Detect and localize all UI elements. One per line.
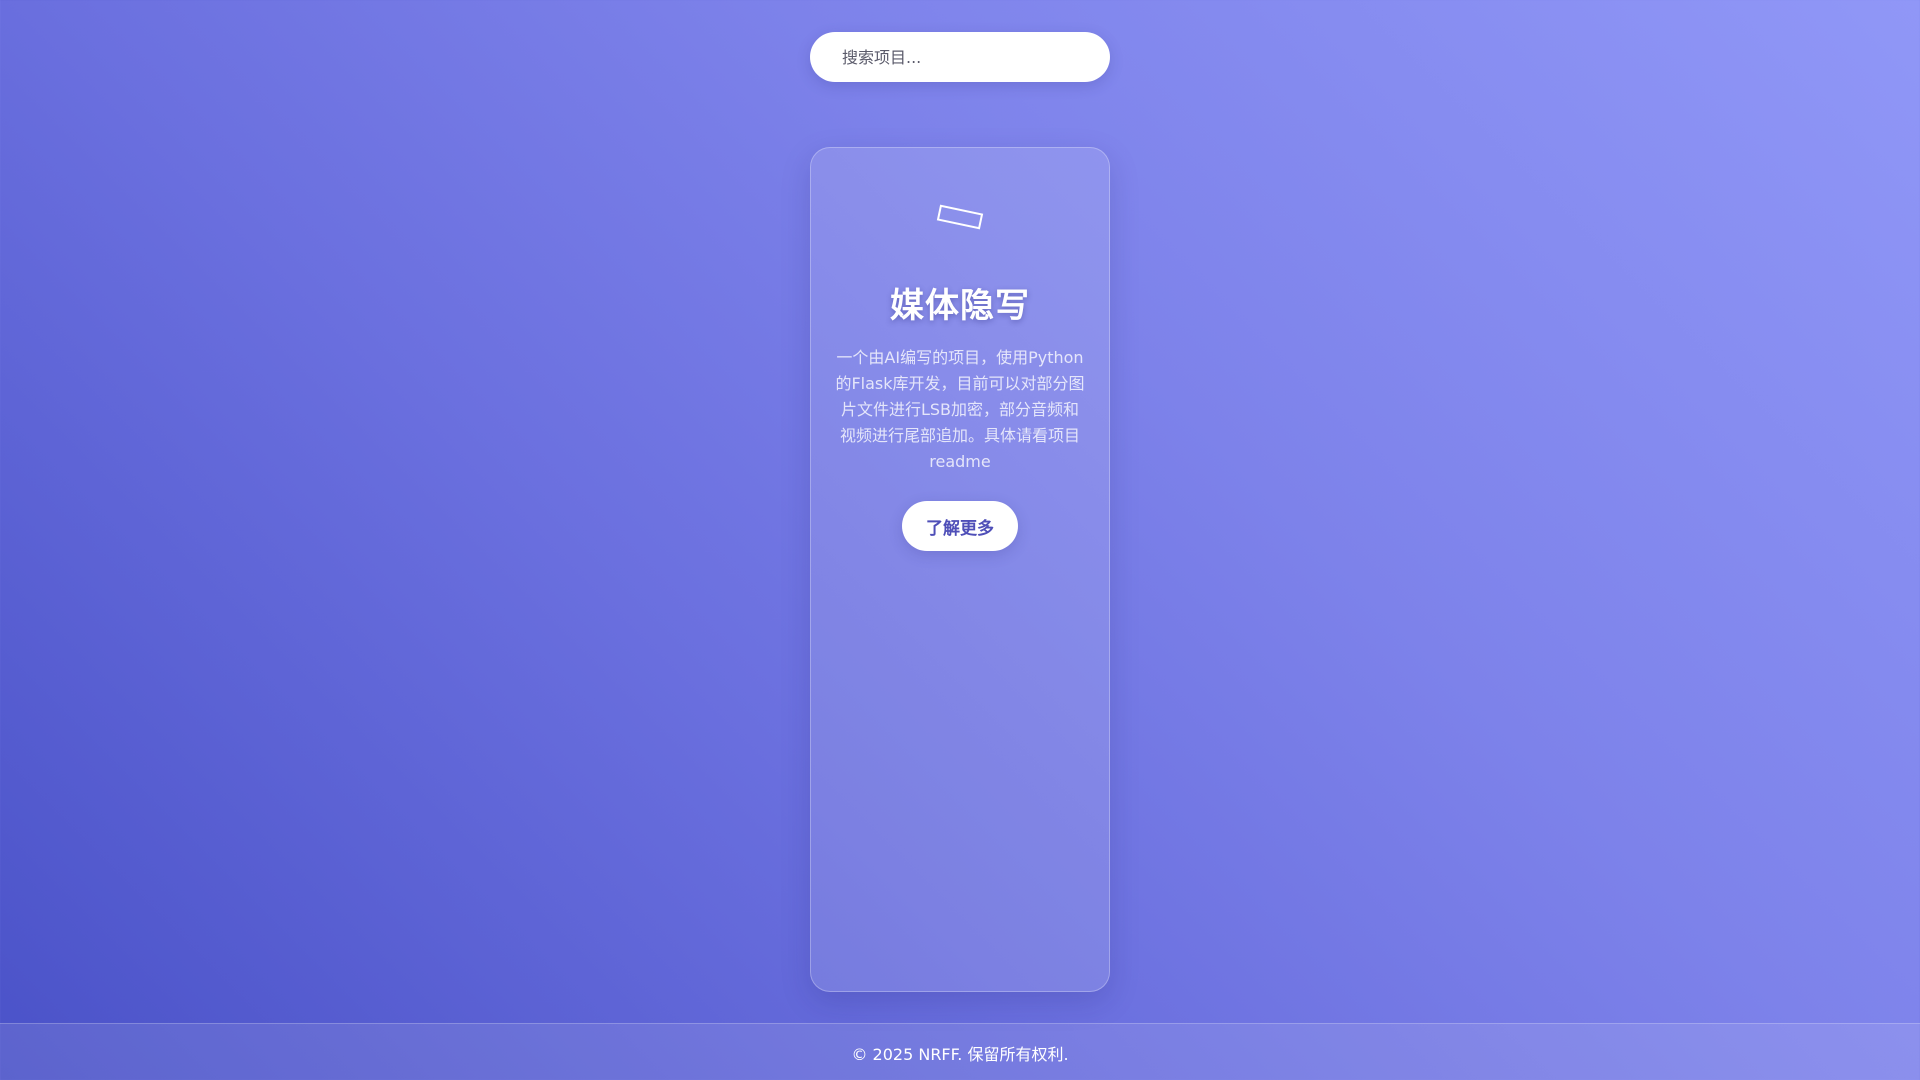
search-input[interactable] bbox=[810, 32, 1110, 82]
tag-icon bbox=[936, 204, 984, 230]
project-card: 媒体隐写 一个由AI编写的项目，使用Python的Flask库开发，目前可以对部… bbox=[810, 147, 1110, 992]
footer-copyright: © 2025 NRFF. 保留所有权利. bbox=[851, 1044, 1069, 1064]
search-bar bbox=[810, 32, 1110, 82]
card-title: 媒体隐写 bbox=[890, 286, 1030, 326]
learn-more-button[interactable]: 了解更多 bbox=[902, 501, 1018, 551]
card-description: 一个由AI编写的项目，使用Python的Flask库开发，目前可以对部分图片文件… bbox=[835, 348, 1085, 471]
footer: © 2025 NRFF. 保留所有权利. bbox=[0, 1023, 1920, 1080]
